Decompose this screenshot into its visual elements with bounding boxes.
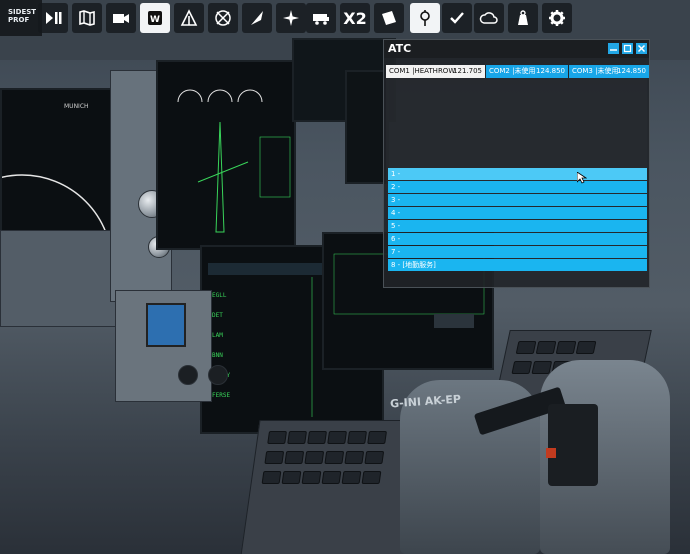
vfr-map-button[interactable] xyxy=(306,3,336,33)
camera-icon xyxy=(113,14,129,23)
atc-option-5[interactable]: 5 - xyxy=(388,220,647,232)
minimize-icon xyxy=(610,49,617,51)
tab-com1-name: COM1 |HEATHROW xyxy=(389,67,456,75)
atc-option-1[interactable]: 1 - xyxy=(388,168,647,180)
navlog-icon xyxy=(283,10,299,26)
atc-window: ATC COM1 |HEATHROW 121.705 COM2 |未使用 124… xyxy=(383,39,650,288)
tab-com2-name: COM2 |未使用 xyxy=(489,67,536,75)
checklist-button[interactable] xyxy=(242,3,272,33)
sidestick-label-line1: SIDEST xyxy=(8,8,37,16)
objectives-button[interactable] xyxy=(442,3,472,33)
atc-option-4[interactable]: 4 - xyxy=(388,207,647,219)
atc-options-list: 1 - 2 - 3 - 4 - 5 - 6 - 7 - 8 - [地勤服务] xyxy=(388,168,647,272)
tab-com2[interactable]: COM2 |未使用 124.850 xyxy=(486,65,568,78)
map-icon xyxy=(79,10,95,26)
atc-option-6[interactable]: 6 - xyxy=(388,233,647,245)
tab-com3-name: COM3 |未使用 xyxy=(572,67,619,75)
sidestick-label: SIDEST PROF xyxy=(0,0,42,36)
close-button[interactable] xyxy=(636,43,647,54)
tab-com1[interactable]: COM1 |HEATHROW 121.705 xyxy=(386,65,485,78)
play-pause-icon xyxy=(46,12,62,24)
efis-control-panel xyxy=(0,230,127,327)
weight-icon xyxy=(518,10,528,25)
cloud-button[interactable] xyxy=(474,3,504,33)
svg-text:DET: DET xyxy=(212,312,223,319)
atc-button[interactable] xyxy=(410,3,440,33)
objectives-icon xyxy=(450,12,464,24)
tab-com3-freq: 124.850 xyxy=(617,67,646,75)
map-button[interactable] xyxy=(72,3,102,33)
tab-com1-freq: 121.705 xyxy=(453,67,482,75)
thrust-lever-right xyxy=(548,404,598,486)
atc-option-8[interactable]: 8 - [地勤服务] xyxy=(388,259,647,271)
atc-option-3[interactable]: 3 - xyxy=(388,194,647,206)
mouse-cursor-icon xyxy=(577,172,587,184)
tab-com2-freq: 124.850 xyxy=(536,67,565,75)
flight-info-button[interactable] xyxy=(174,3,204,33)
atc-icon xyxy=(420,10,430,26)
lever-red-indicator xyxy=(546,448,556,458)
autopilot-panel xyxy=(115,290,228,402)
svg-text:FERSE: FERSE xyxy=(212,392,230,399)
svg-text:BNN: BNN xyxy=(212,352,223,359)
notepad-button[interactable] xyxy=(374,3,404,33)
vfr-map-icon xyxy=(313,14,329,25)
com-tabs: COM1 |HEATHROW 121.705 COM2 |未使用 124.850… xyxy=(386,65,649,78)
sim-rate-button[interactable]: X2 xyxy=(340,3,370,33)
logbook-button[interactable]: W xyxy=(140,3,170,33)
weather-button[interactable] xyxy=(208,3,238,33)
maximize-icon xyxy=(623,44,632,53)
sim-rate-label: X2 xyxy=(343,8,367,28)
maximize-button[interactable] xyxy=(622,43,633,54)
svg-text:EGLL: EGLL xyxy=(212,292,227,299)
sim-toolbar: SIDEST PROF W X2 xyxy=(0,0,690,36)
atc-option-7[interactable]: 7 - xyxy=(388,246,647,258)
flight-info-icon xyxy=(180,9,198,26)
sidestick-label-line2: PROF xyxy=(8,16,30,24)
checklist-icon xyxy=(251,11,263,25)
ecam-upper-display xyxy=(156,60,296,250)
settings-icon xyxy=(549,10,565,26)
cloud-icon xyxy=(479,12,498,24)
weather-icon xyxy=(215,10,231,26)
settings-button[interactable] xyxy=(542,3,572,33)
weight-button[interactable] xyxy=(508,3,538,33)
notepad-icon xyxy=(382,11,396,25)
minimize-button[interactable] xyxy=(608,43,619,54)
svg-text:W: W xyxy=(150,15,160,25)
svg-text:MUNICH: MUNICH xyxy=(64,103,89,110)
atc-title: ATC xyxy=(388,42,412,55)
tab-com3[interactable]: COM3 |未使用 124.850 xyxy=(569,65,649,78)
svg-text:LAM: LAM xyxy=(212,332,223,339)
close-icon xyxy=(637,44,646,53)
atc-option-2[interactable]: 2 - xyxy=(388,181,647,193)
logbook-icon: W xyxy=(148,11,162,25)
play-pause-button[interactable] xyxy=(38,3,68,33)
camera-button[interactable] xyxy=(106,3,136,33)
navlog-button[interactable] xyxy=(276,3,306,33)
